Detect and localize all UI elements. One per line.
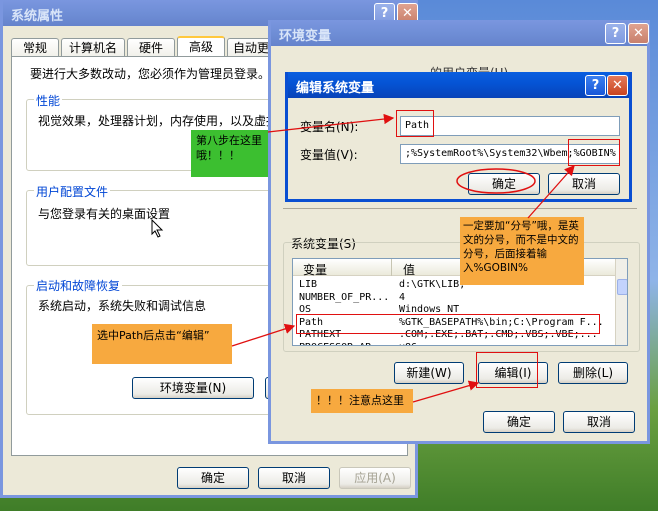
annotation-arrows [231, 113, 575, 403]
